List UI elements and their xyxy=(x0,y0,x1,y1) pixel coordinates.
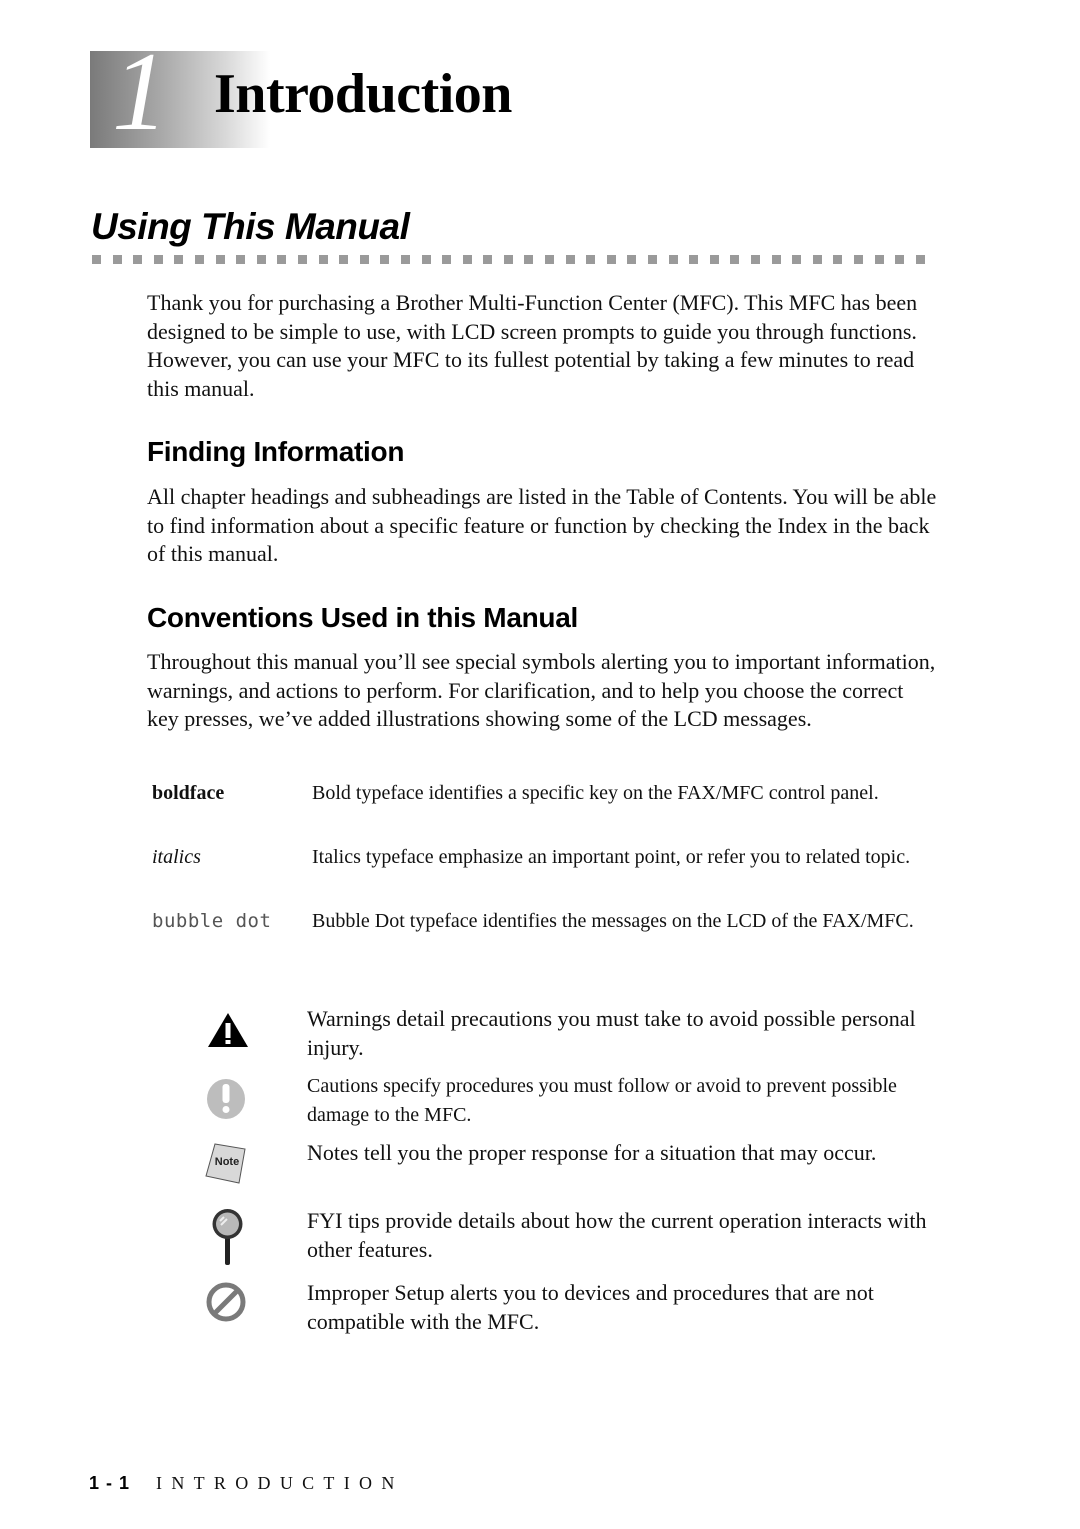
rule-dot xyxy=(606,255,616,264)
dotted-rule-divider xyxy=(92,255,932,264)
page-number: 1 - 1 xyxy=(89,1473,131,1493)
rule-dot xyxy=(771,255,781,264)
symbol-description: FYI tips provide details about how the c… xyxy=(307,1208,927,1262)
rule-dot xyxy=(359,255,369,264)
rule-dot xyxy=(194,255,204,264)
symbol-description: Improper Setup alerts you to devices and… xyxy=(307,1280,874,1334)
rule-dot xyxy=(380,255,390,264)
page-footer: 1 - 1 INTRODUCTION xyxy=(89,1474,404,1492)
rule-dot xyxy=(174,255,184,264)
rule-dot xyxy=(421,255,431,264)
rule-dot xyxy=(503,255,513,264)
rule-dot xyxy=(133,255,143,264)
rule-dot xyxy=(709,255,719,264)
rule-dot xyxy=(627,255,637,264)
rule-dot xyxy=(339,255,349,264)
rule-dot xyxy=(92,255,101,264)
rule-dot xyxy=(524,255,534,264)
section-title: Using This Manual xyxy=(91,206,410,247)
rule-dot xyxy=(442,255,452,264)
rule-dot xyxy=(751,255,760,264)
note-icon: Note xyxy=(200,1139,256,1195)
finding-information-heading: Finding Information xyxy=(147,436,405,467)
svg-text:Note: Note xyxy=(215,1156,239,1168)
rule-dot xyxy=(215,255,225,264)
rule-dot xyxy=(874,255,884,264)
typeface-term: boldface xyxy=(152,782,225,804)
magnifier-icon xyxy=(200,1207,256,1269)
rule-dot xyxy=(545,255,555,264)
rule-dot xyxy=(853,255,863,264)
chapter-number: 1 xyxy=(112,30,168,154)
rule-dot xyxy=(236,255,246,264)
symbol-description: Cautions specify procedures you must fol… xyxy=(307,1075,897,1126)
rule-dot xyxy=(730,255,740,264)
rule-dot xyxy=(648,255,658,264)
rule-dot xyxy=(462,255,472,264)
rule-dot xyxy=(153,255,163,264)
conventions-heading: Conventions Used in this Manual xyxy=(147,602,578,633)
rule-dot xyxy=(792,255,802,264)
rule-dot xyxy=(483,255,493,264)
rule-dot xyxy=(812,255,822,264)
footer-chapter-label: INTRODUCTION xyxy=(156,1473,404,1493)
rule-dot xyxy=(318,255,328,264)
typeface-description: Italics typeface emphasize an important … xyxy=(312,846,911,868)
typeface-description: Bold typeface identifies a specific key … xyxy=(312,782,879,804)
finding-information-paragraph: All chapter headings and subheadings are… xyxy=(147,484,937,567)
caution-exclamation-icon xyxy=(200,1072,256,1128)
rule-dot xyxy=(895,255,905,264)
typeface-description: Bubble Dot typeface identifies the messa… xyxy=(312,910,914,932)
rule-dot xyxy=(689,255,699,264)
rule-dot xyxy=(586,255,596,264)
typeface-term: bubble dot xyxy=(152,910,272,932)
rule-dot xyxy=(256,255,266,264)
symbol-description: Notes tell you the proper response for a… xyxy=(307,1140,877,1165)
conventions-paragraph: Throughout this manual you’ll see specia… xyxy=(147,649,936,732)
rule-dot xyxy=(400,255,410,264)
rule-dot xyxy=(277,255,287,264)
typeface-term: italics xyxy=(152,846,201,868)
rule-dot xyxy=(565,255,575,264)
warning-triangle-icon xyxy=(200,1005,256,1061)
prohibited-icon xyxy=(200,1279,256,1335)
chapter-title: Introduction xyxy=(214,63,512,125)
rule-dot xyxy=(833,255,843,264)
intro-paragraph: Thank you for purchasing a Brother Multi… xyxy=(147,290,918,401)
rule-dot xyxy=(915,255,925,264)
rule-dot xyxy=(297,255,307,264)
rule-dot xyxy=(112,255,122,264)
rule-dot xyxy=(668,255,678,264)
symbol-description: Warnings detail precautions you must tak… xyxy=(307,1006,916,1060)
